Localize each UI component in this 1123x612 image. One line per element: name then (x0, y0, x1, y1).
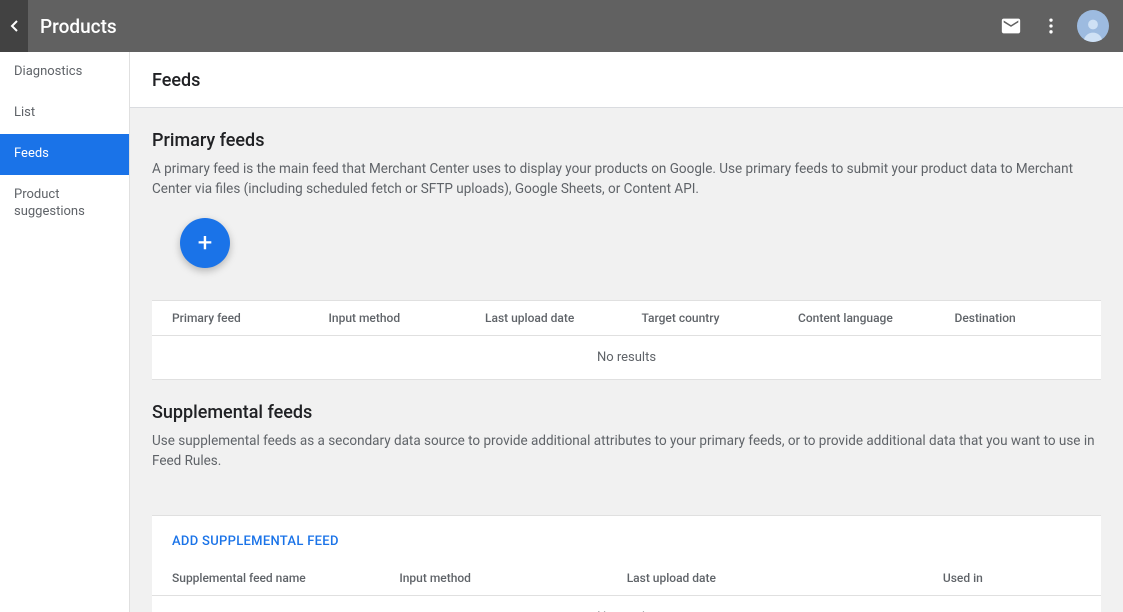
page-header: Feeds (130, 52, 1123, 108)
add-primary-feed-button[interactable]: + (180, 218, 230, 268)
col-supp-input-method: Input method (389, 571, 616, 585)
supplemental-feeds-heading: Supplemental feeds (152, 402, 1101, 423)
more-vert-icon (1041, 16, 1061, 36)
col-content-language: Content language (788, 311, 945, 325)
supplemental-feeds-empty: No results (152, 596, 1101, 612)
col-supp-used-in: Used in (933, 571, 1101, 585)
sidebar-item-list[interactable]: List (0, 93, 129, 134)
chevron-left-icon (10, 20, 18, 32)
primary-feeds-header-row: Primary feed Input method Last upload da… (152, 301, 1101, 336)
main-content: Feeds Primary feeds A primary feed is th… (130, 52, 1123, 612)
primary-feeds-table: Primary feed Input method Last upload da… (152, 300, 1101, 380)
person-icon (1079, 14, 1107, 42)
supplemental-feeds-description: Use supplemental feeds as a secondary da… (152, 431, 1101, 472)
supplemental-action-bar: ADD SUPPLEMENTAL FEED Supplemental feed … (152, 515, 1101, 612)
sidebar: Diagnostics List Feeds Product suggestio… (0, 52, 130, 612)
col-target-country: Target country (632, 311, 789, 325)
page-title: Feeds (152, 70, 1101, 91)
plus-icon: + (198, 228, 213, 258)
add-supplemental-feed-button[interactable]: ADD SUPPLEMENTAL FEED (152, 516, 359, 563)
primary-feeds-empty: No results (152, 336, 1101, 379)
col-input-method: Input method (319, 311, 476, 325)
sidebar-item-diagnostics[interactable]: Diagnostics (0, 52, 129, 93)
col-primary-feed: Primary feed (152, 311, 319, 325)
top-bar: Products (0, 0, 1123, 52)
supplemental-feeds-header-row: Supplemental feed name Input method Last… (152, 563, 1101, 596)
col-destination: Destination (945, 311, 1102, 325)
primary-feeds-heading: Primary feeds (152, 130, 1101, 151)
app-title: Products (40, 15, 117, 38)
sidebar-item-feeds[interactable]: Feeds (0, 134, 129, 175)
supplemental-feeds-section: Supplemental feeds Use supplemental feed… (130, 380, 1123, 612)
col-last-upload: Last upload date (475, 311, 632, 325)
sidebar-item-product-suggestions[interactable]: Product suggestions (0, 175, 129, 233)
mail-button[interactable] (991, 6, 1031, 46)
more-button[interactable] (1031, 6, 1071, 46)
col-supp-last-upload: Last upload date (617, 571, 933, 585)
back-button[interactable] (0, 0, 28, 52)
account-avatar[interactable] (1077, 10, 1109, 42)
mail-icon (1000, 15, 1022, 37)
primary-feeds-description: A primary feed is the main feed that Mer… (152, 159, 1101, 200)
col-supp-name: Supplemental feed name (152, 571, 389, 585)
primary-feeds-section: Primary feeds A primary feed is the main… (130, 108, 1123, 380)
